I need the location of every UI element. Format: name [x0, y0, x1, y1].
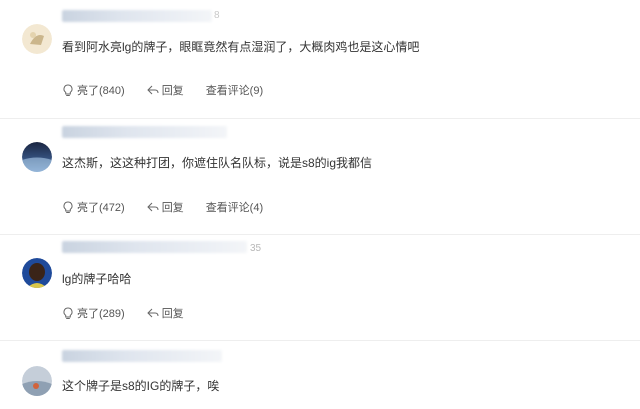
lightbulb-icon: [63, 200, 73, 213]
comment-item: 35 lg的牌子哈哈 亮了(289) 回复: [0, 234, 640, 341]
like-button[interactable]: 亮了(472): [62, 199, 125, 215]
view-replies-label: 查看评论(9): [205, 85, 264, 97]
reply-arrow-icon: [146, 202, 159, 212]
username-blurred[interactable]: [62, 350, 222, 362]
reply-label: 回复: [161, 85, 184, 97]
username-blurred[interactable]: [62, 10, 212, 22]
reply-label: 回复: [161, 308, 184, 320]
reply-arrow-icon: [146, 308, 159, 318]
timestamp-blurred: 35: [250, 243, 262, 254]
timestamp-blurred: 8: [214, 10, 220, 21]
like-count: 亮了(289): [77, 308, 125, 320]
reply-button[interactable]: 回复: [146, 199, 184, 215]
lightbulb-icon: [63, 306, 73, 319]
comment-text: 这杰斯，这这种打团，你遮住队名队标，说是s8的ig我都信: [62, 156, 373, 170]
comment-text: lg的牌子哈哈: [62, 272, 132, 286]
like-count: 亮了(472): [77, 202, 125, 214]
like-button[interactable]: 亮了(840): [62, 82, 125, 98]
view-replies-link[interactable]: 查看评论(4): [206, 199, 263, 215]
comment-text: 看到阿水亮lg的牌子，眼眶竟然有点湿润了，大概肉鸡也是这心情吧: [62, 40, 420, 54]
reply-button[interactable]: 回复: [146, 82, 184, 98]
comment-actions: 亮了(289) 回复: [62, 305, 206, 321]
username-blurred[interactable]: [62, 126, 227, 138]
view-replies-label: 查看评论(4): [205, 202, 264, 214]
reply-arrow-icon: [146, 85, 159, 95]
comment-actions: 亮了(472) 回复 查看评论(4): [62, 199, 285, 215]
avatar[interactable]: [22, 258, 52, 288]
avatar[interactable]: [22, 142, 52, 172]
avatar[interactable]: [22, 24, 52, 54]
reply-label: 回复: [161, 202, 184, 214]
lightbulb-icon: [63, 83, 73, 96]
reply-button[interactable]: 回复: [146, 305, 184, 321]
like-count: 亮了(840): [77, 85, 125, 97]
comment-text: 这个牌子是s8的IG的牌子，唉: [62, 379, 220, 393]
comment-item: 这杰斯，这这种打团，你遮住队名队标，说是s8的ig我都信 亮了(472) 回复 …: [0, 118, 640, 235]
comment-item: 这个牌子是s8的IG的牌子，唉: [0, 340, 640, 409]
comment-item: 8 看到阿水亮lg的牌子，眼眶竟然有点湿润了，大概肉鸡也是这心情吧 亮了(840…: [0, 0, 640, 119]
view-replies-link[interactable]: 查看评论(9): [206, 82, 263, 98]
like-button[interactable]: 亮了(289): [62, 305, 125, 321]
avatar[interactable]: [22, 366, 52, 396]
username-blurred[interactable]: [62, 241, 247, 253]
comment-actions: 亮了(840) 回复 查看评论(9): [62, 82, 285, 98]
